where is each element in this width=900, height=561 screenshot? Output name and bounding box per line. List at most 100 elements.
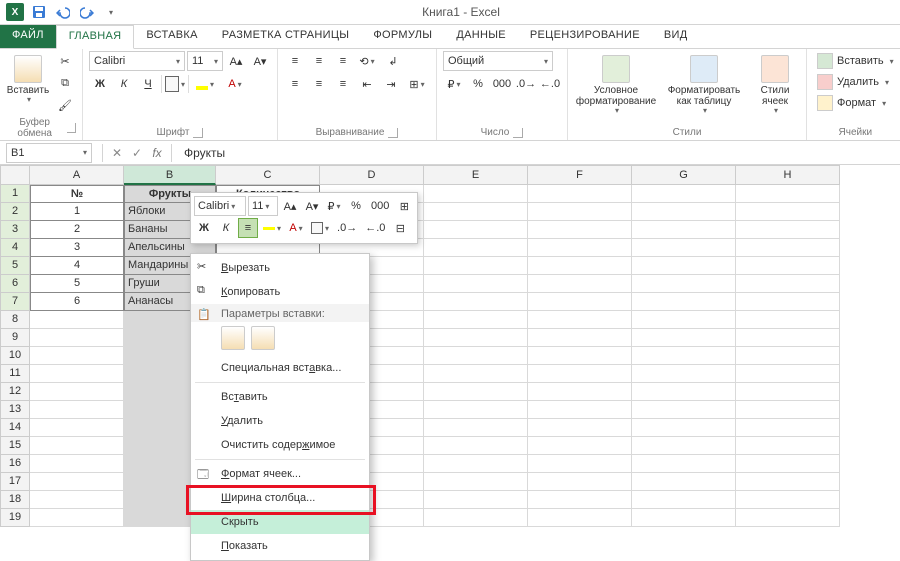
cell[interactable] bbox=[30, 509, 124, 527]
ctx-paste-special[interactable]: Специальная вставка... bbox=[191, 356, 369, 380]
insert-cells-button[interactable]: Вставить▾ bbox=[813, 51, 898, 71]
cell[interactable] bbox=[528, 401, 632, 419]
cell[interactable] bbox=[424, 293, 528, 311]
cell[interactable] bbox=[632, 185, 736, 203]
cell[interactable] bbox=[528, 509, 632, 527]
cell[interactable] bbox=[424, 257, 528, 275]
cell[interactable] bbox=[632, 329, 736, 347]
cut-icon[interactable]: ✂ bbox=[54, 51, 76, 71]
mini-font-color-icon[interactable]: A▾ bbox=[286, 218, 306, 238]
mini-merge-icon[interactable]: ⊟ bbox=[390, 218, 410, 238]
row-header[interactable]: 8 bbox=[0, 311, 30, 329]
number-format-select[interactable]: Общий▾ bbox=[443, 51, 553, 71]
cell[interactable] bbox=[528, 473, 632, 491]
cell[interactable] bbox=[30, 455, 124, 473]
ctx-show[interactable]: Показать bbox=[191, 534, 369, 558]
row-header[interactable]: 13 bbox=[0, 401, 30, 419]
ctx-copy[interactable]: ⧉Копировать bbox=[191, 280, 369, 304]
delete-cells-button[interactable]: Удалить▾ bbox=[813, 72, 893, 92]
mini-decrease-decimal-icon[interactable]: ←.0 bbox=[362, 218, 388, 238]
mini-font-name[interactable]: Calibri▾ bbox=[194, 196, 246, 216]
orientation-icon[interactable]: ⟲▾ bbox=[356, 51, 378, 71]
cell[interactable] bbox=[736, 221, 840, 239]
row-header[interactable]: 1 bbox=[0, 185, 30, 203]
cell[interactable] bbox=[632, 491, 736, 509]
cell-styles-button[interactable]: Стили ячеек▾ bbox=[750, 51, 800, 116]
italic-button[interactable]: К bbox=[113, 74, 135, 94]
cell[interactable] bbox=[424, 455, 528, 473]
cell[interactable] bbox=[632, 419, 736, 437]
mini-accounting-icon[interactable]: ₽▾ bbox=[324, 196, 344, 216]
tab-insert[interactable]: ВСТАВКА bbox=[134, 25, 209, 48]
mini-increase-font-icon[interactable]: A▴ bbox=[280, 196, 300, 216]
decrease-font-icon[interactable]: A▾ bbox=[249, 51, 271, 71]
increase-decimal-icon[interactable]: .0→ bbox=[515, 74, 537, 94]
cell[interactable] bbox=[528, 491, 632, 509]
row-header[interactable]: 2 bbox=[0, 203, 30, 221]
mini-increase-decimal-icon[interactable]: .0→ bbox=[334, 218, 360, 238]
row-header[interactable]: 18 bbox=[0, 491, 30, 509]
cell[interactable] bbox=[632, 365, 736, 383]
format-painter-icon[interactable]: 🖌 bbox=[54, 95, 76, 115]
cell[interactable] bbox=[424, 239, 528, 257]
tab-formulas[interactable]: ФОРМУЛЫ bbox=[361, 25, 444, 48]
wrap-text-icon[interactable]: ↲ bbox=[380, 51, 406, 71]
cell[interactable] bbox=[528, 221, 632, 239]
bold-button[interactable]: Ж bbox=[89, 74, 111, 94]
cell[interactable] bbox=[528, 365, 632, 383]
cell[interactable] bbox=[424, 473, 528, 491]
cell[interactable] bbox=[528, 239, 632, 257]
cell[interactable] bbox=[528, 203, 632, 221]
cell[interactable] bbox=[528, 383, 632, 401]
cell[interactable] bbox=[632, 257, 736, 275]
cell[interactable] bbox=[528, 311, 632, 329]
cell[interactable] bbox=[632, 437, 736, 455]
column-header-A[interactable]: A bbox=[30, 165, 124, 185]
copy-icon[interactable]: ⧉ bbox=[54, 73, 76, 93]
column-header-C[interactable]: C bbox=[216, 165, 320, 185]
ctx-format-cells[interactable]: 🗔Формат ячеек... bbox=[191, 462, 369, 486]
cell[interactable] bbox=[30, 491, 124, 509]
font-dialog-launcher-icon[interactable] bbox=[193, 128, 203, 138]
row-header[interactable]: 10 bbox=[0, 347, 30, 365]
cell[interactable] bbox=[424, 491, 528, 509]
select-all-corner[interactable] bbox=[0, 165, 30, 185]
cell[interactable] bbox=[30, 473, 124, 491]
cell[interactable] bbox=[424, 311, 528, 329]
row-header[interactable]: 6 bbox=[0, 275, 30, 293]
increase-indent-icon[interactable]: ⇥ bbox=[380, 74, 402, 94]
row-header[interactable]: 14 bbox=[0, 419, 30, 437]
cell[interactable] bbox=[632, 383, 736, 401]
cell[interactable]: 4 bbox=[30, 257, 124, 275]
ctx-cut[interactable]: ✂Вырезать bbox=[191, 256, 369, 280]
align-bottom-icon[interactable]: ≡ bbox=[332, 51, 354, 71]
cell[interactable] bbox=[736, 383, 840, 401]
cell[interactable] bbox=[736, 311, 840, 329]
paste-option-2-icon[interactable] bbox=[251, 326, 275, 350]
cell[interactable] bbox=[424, 185, 528, 203]
cell[interactable] bbox=[424, 221, 528, 239]
decrease-decimal-icon[interactable]: ←.0 bbox=[539, 74, 561, 94]
cell[interactable] bbox=[632, 203, 736, 221]
cell[interactable] bbox=[424, 203, 528, 221]
cell[interactable] bbox=[424, 347, 528, 365]
cell[interactable] bbox=[424, 419, 528, 437]
cell[interactable] bbox=[528, 329, 632, 347]
row-header[interactable]: 7 bbox=[0, 293, 30, 311]
cell[interactable] bbox=[632, 473, 736, 491]
row-header[interactable]: 3 bbox=[0, 221, 30, 239]
mini-fill-color-icon[interactable]: ▾ bbox=[260, 218, 284, 238]
cell[interactable] bbox=[632, 401, 736, 419]
clipboard-dialog-launcher-icon[interactable] bbox=[67, 123, 76, 133]
cell[interactable] bbox=[424, 437, 528, 455]
cell[interactable] bbox=[632, 293, 736, 311]
ctx-delete[interactable]: Удалить bbox=[191, 409, 369, 433]
row-header[interactable]: 4 bbox=[0, 239, 30, 257]
cell[interactable] bbox=[30, 383, 124, 401]
tab-review[interactable]: РЕЦЕНЗИРОВАНИЕ bbox=[518, 25, 652, 48]
accounting-format-icon[interactable]: ₽▾ bbox=[443, 74, 465, 94]
cell[interactable] bbox=[30, 347, 124, 365]
align-right-icon[interactable]: ≡ bbox=[332, 74, 354, 94]
column-header-G[interactable]: G bbox=[632, 165, 736, 185]
cell[interactable] bbox=[30, 401, 124, 419]
